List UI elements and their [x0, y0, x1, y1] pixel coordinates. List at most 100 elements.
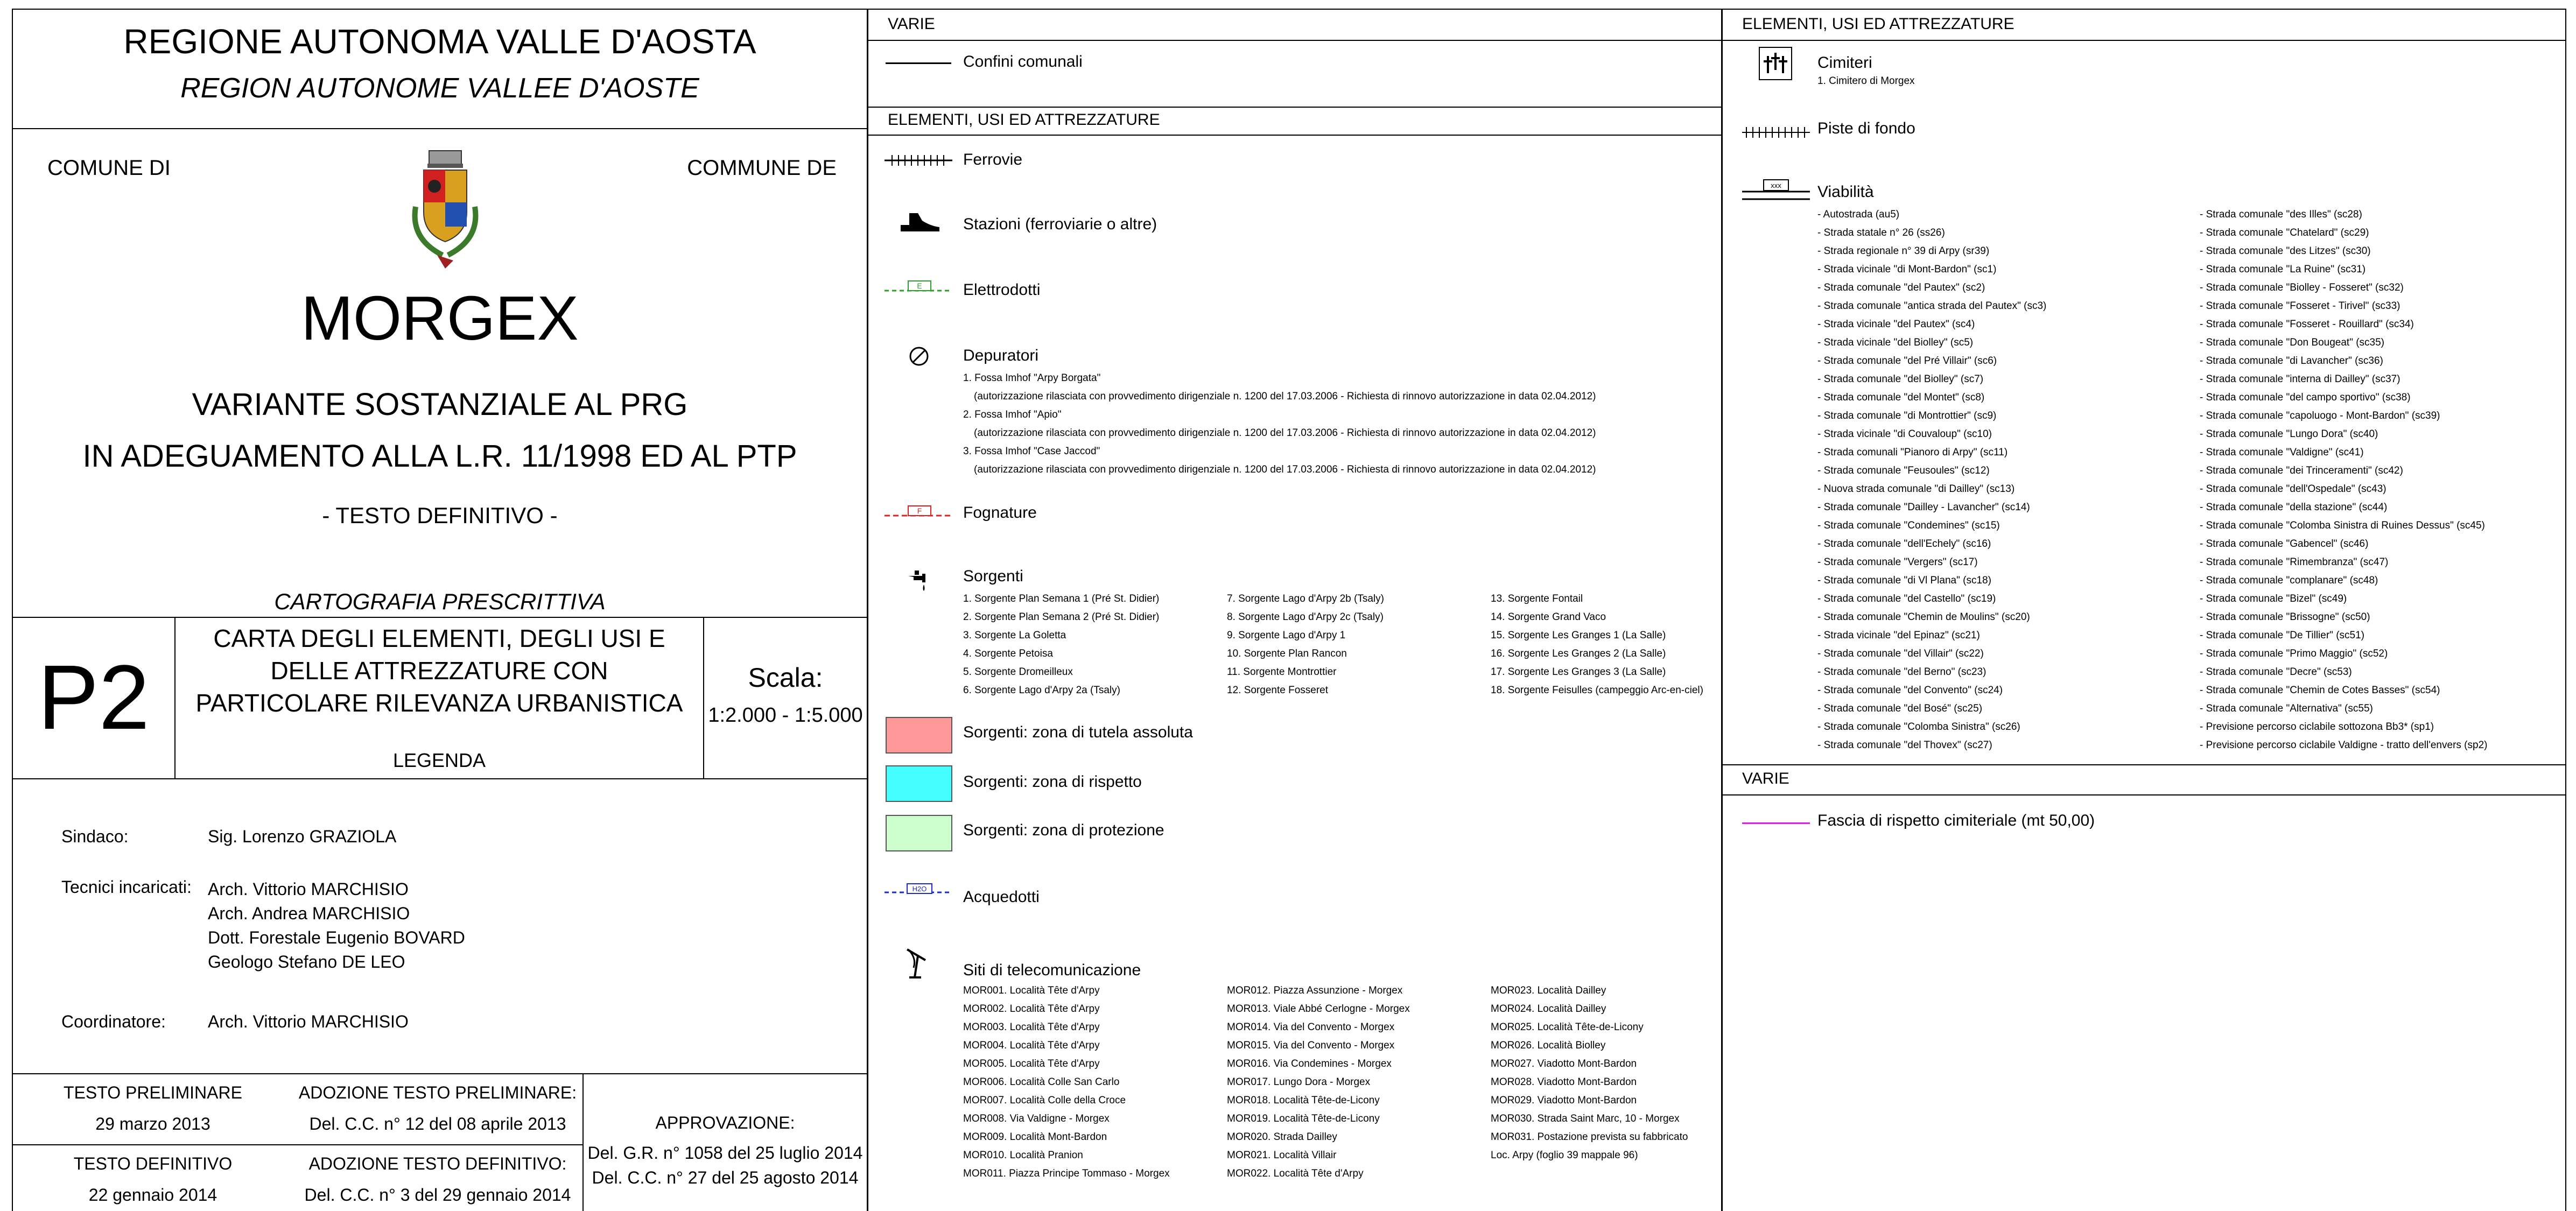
tecnico-3: Dott. Forestale Eugenio BOVARD	[208, 928, 465, 947]
sorgente-item: 14. Sorgente Grand Vaco	[1491, 611, 1606, 623]
viabilita-item: - Strada vicinale "di Couvaloup" (sc10)	[1817, 428, 1992, 440]
depuratore-1: 1. Fossa Imhof "Arpy Borgata"	[963, 372, 1101, 384]
sito-item: MOR005. Località Tête d'Arpy	[963, 1058, 1100, 1069]
elementi-header: ELEMENTI, USI ED ATTREZZATURE	[888, 111, 1160, 129]
fascia-symbol	[1742, 822, 1810, 824]
viabilita-item: - Nuova strada comunale "di Dailley" (sc…	[1817, 483, 2015, 495]
viabilita-item: - Strada vicinale "di Mont-Bardon" (sc1)	[1817, 264, 1997, 275]
viabilita-item: - Strada comunale "des Litzes" (sc30)	[2200, 245, 2371, 257]
fascia-label: Fascia di rispetto cimiteriale (mt 50,00…	[1817, 812, 2095, 829]
sito-item: MOR015. Via del Convento - Morgex	[1227, 1040, 1395, 1051]
legend-middle: VARIE Confini comunali ELEMENTI, USI ED …	[868, 10, 1721, 1211]
zona-protezione-swatch	[886, 815, 952, 851]
zona-rispetto-label: Sorgenti: zona di rispetto	[963, 773, 1142, 791]
viabilita-item: - Strada comunale "interna di Dailley" (…	[2200, 374, 2400, 385]
antenna-icon	[906, 948, 926, 978]
viabilita-item: - Strada comunale "del Montet" (sc8)	[1817, 392, 1985, 403]
viabilita-item: - Strada comunale "Condemines" (sc15)	[1817, 520, 2000, 531]
viabilita-item: - Strada comunale "Feusoules" (sc12)	[1817, 465, 1990, 476]
sito-item: MOR017. Lungo Dora - Morgex	[1227, 1076, 1371, 1088]
sito-item: MOR014. Via del Convento - Morgex	[1227, 1022, 1395, 1033]
viabilita-item: - Strada comunale "Dailley - Lavancher" …	[1817, 502, 2030, 513]
viabilita-item: - Strada comunale "Primo Maggio" (sc52)	[2200, 648, 2388, 659]
scala-value: 1:2.000 - 1:5.000	[708, 704, 863, 727]
sito-item: MOR027. Viadotto Mont-Bardon	[1491, 1058, 1637, 1069]
siti-label: Siti di telecomunicazione	[963, 961, 1141, 979]
svg-text:E: E	[917, 281, 922, 290]
right-varie-header: VARIE	[1742, 770, 1789, 787]
sito-item: MOR024. Località Dailley	[1491, 1003, 1606, 1015]
viabilita-item: - Strada comunale "Chatelard" (sc29)	[2200, 227, 2369, 238]
viabilita-item: - Previsione percorso ciclabile sottozon…	[2200, 721, 2434, 733]
road-icon: xxx	[1742, 179, 1810, 200]
sito-item: MOR016. Via Condemines - Morgex	[1227, 1058, 1392, 1069]
sorgente-item: 9. Sorgente Lago d'Arpy 1	[1227, 630, 1346, 641]
sorgente-item: 5. Sorgente Dromeilleux	[963, 666, 1073, 678]
sindaco-name: Sig. Lorenzo GRAZIOLA	[208, 827, 397, 846]
sorgenti-label: Sorgenti	[963, 567, 1023, 585]
sito-item: MOR019. Località Tête-de-Licony	[1227, 1113, 1380, 1124]
coordinatore-name: Arch. Vittorio MARCHISIO	[208, 1012, 409, 1031]
sorgente-item: 2. Sorgente Plan Semana 2 (Pré St. Didie…	[963, 611, 1160, 623]
viabilita-item: - Strada comunale "La Ruine" (sc31)	[2200, 264, 2366, 275]
viabilita-item: - Strada comunale "del Pautex" (sc2)	[1817, 282, 1985, 293]
viabilita-item: - Strada comunale "Don Bougeat" (sc35)	[2200, 337, 2385, 348]
confini-symbol	[886, 62, 951, 64]
fognature-label: Fognature	[963, 504, 1037, 522]
viabilita-label: Viabilità	[1817, 183, 1874, 201]
sito-item: MOR020. Strada Dailley	[1227, 1131, 1337, 1143]
adozione-definitivo-value: Del. C.C. n° 3 del 29 gennaio 2014	[304, 1185, 571, 1205]
viabilita-item: - Strada comunale "Valdigne" (sc41)	[2200, 447, 2364, 458]
power-line-icon: E	[885, 280, 952, 292]
zona-tutela-label: Sorgenti: zona di tutela assoluta	[963, 723, 1193, 741]
zona-rispetto-swatch	[886, 765, 952, 802]
testo-definitivo-label: TESTO DEFINITIVO	[73, 1154, 233, 1173]
viabilita-item: - Strada comunale "Bizel" (sc49)	[2200, 593, 2347, 604]
sito-item: MOR028. Viadotto Mont-Bardon	[1491, 1076, 1637, 1088]
svg-text:H2O: H2O	[913, 885, 927, 893]
viabilita-item: - Strada vicinale "del Pautex" (sc4)	[1817, 319, 1975, 330]
adozione-preliminare: ADOZIONE TESTO PRELIMINARE:	[298, 1083, 577, 1102]
viabilita-item: - Strada comunale "Alternativa" (sc55)	[2200, 703, 2373, 714]
zona-tutela-swatch	[886, 717, 952, 754]
sindaco-label: Sindaco:	[61, 827, 129, 846]
sorgente-item: 3. Sorgente La Goletta	[963, 630, 1066, 641]
sorgente-item: 8. Sorgente Lago d'Arpy 2c (Tsaly)	[1227, 611, 1384, 623]
sorgente-item: 13. Sorgente Fontail	[1491, 593, 1583, 604]
sito-item: MOR009. Località Mont-Bardon	[963, 1131, 1107, 1143]
viabilita-item: - Strada regionale n° 39 di Arpy (sr39)	[1817, 245, 1990, 257]
sheet-code: P2	[38, 646, 150, 749]
elettrodotti-label: Elettrodotti	[963, 281, 1041, 299]
sorgente-item: 6. Sorgente Lago d'Arpy 2a (Tsaly)	[963, 685, 1120, 696]
viabilita-item: - Strada comunale "Fosseret - Rouillard"…	[2200, 319, 2414, 330]
sito-item: MOR010. Località Pranion	[963, 1150, 1083, 1161]
station-icon	[901, 213, 939, 231]
sito-item: MOR003. Località Tête d'Arpy	[963, 1022, 1100, 1033]
depuratore-2-note: (autorizzazione rilasciata con provvedim…	[974, 427, 1596, 439]
piste-label: Piste di fondo	[1817, 119, 1915, 137]
depuratore-1-note: (autorizzazione rilasciata con provvedim…	[974, 391, 1596, 402]
viabilita-item: - Strada comunale "Lungo Dora" (sc40)	[2200, 428, 2378, 440]
sito-item: MOR007. Località Colle della Croce	[963, 1095, 1126, 1106]
region-fr: REGION AUTONOME VALLEE D'AOSTE	[180, 73, 699, 104]
viabilita-item: - Strada comunale "Colomba Sinistra di R…	[2200, 520, 2485, 531]
coat-of-arms-icon	[412, 150, 479, 269]
viabilita-item: - Strada comunale "complanare" (sc48)	[2200, 575, 2378, 586]
sito-item: MOR013. Viale Abbé Cerlogne - Morgex	[1227, 1003, 1410, 1015]
viabilita-item: - Strada comunale "del Castello" (sc19)	[1817, 593, 1996, 604]
viabilita-item: - Strada comunale "Decre" (sc53)	[2200, 666, 2352, 678]
region-it: REGIONE AUTONOMA VALLE D'AOSTA	[123, 22, 756, 61]
sorgente-item: 17. Sorgente Les Granges 3 (La Salle)	[1491, 666, 1666, 678]
depuratore-2: 2. Fossa Imhof "Apio"	[963, 409, 1062, 420]
tecnico-4: Geologo Stefano DE LEO	[208, 952, 405, 971]
testo-preliminare-date: 29 marzo 2013	[95, 1114, 210, 1133]
svg-text:xxx: xxx	[1771, 181, 1781, 189]
sorgente-item: 10. Sorgente Plan Rancon	[1227, 648, 1347, 659]
approvazione-2: Del. C.C. n° 27 del 25 agosto 2014	[592, 1168, 859, 1187]
ski-trail-icon	[1742, 127, 1810, 138]
scala-label: Scala:	[748, 663, 823, 693]
sorgente-item: 11. Sorgente Montrottier	[1227, 666, 1337, 678]
viabilita-item: - Strada comunale "del Biolley" (sc7)	[1817, 374, 1984, 385]
tecnici-list: Arch. Vittorio MARCHISIO Arch. Andrea MA…	[208, 877, 465, 974]
sito-item: MOR001. Località Tête d'Arpy	[963, 985, 1100, 996]
